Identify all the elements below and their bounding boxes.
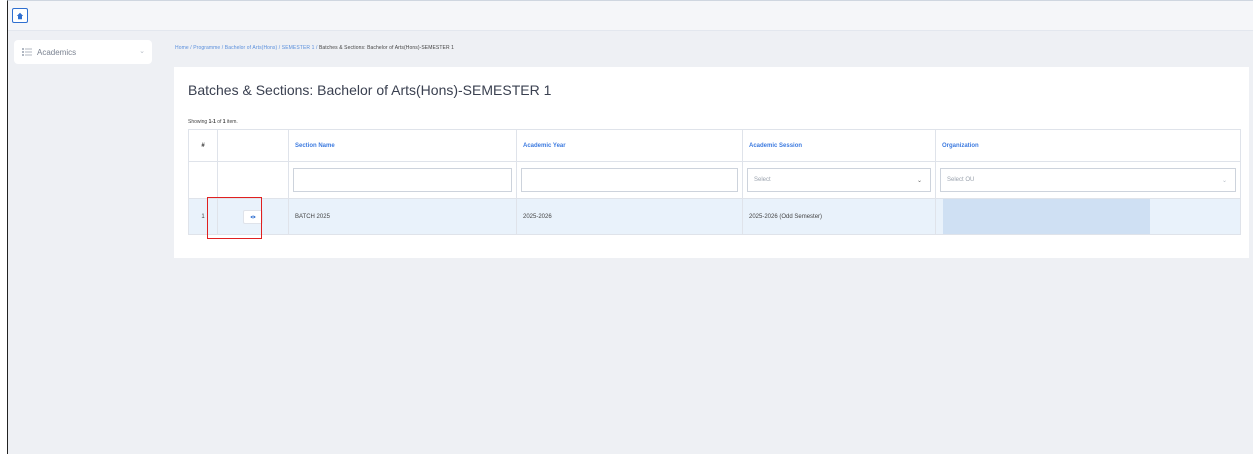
sidebar-item-label: Academics <box>37 47 77 57</box>
academic-session-filter-select[interactable]: Select ⌄ <box>747 168 931 192</box>
filter-cell-actions <box>217 162 288 198</box>
content-card: Batches & Sections: Bachelor of Arts(Hon… <box>174 67 1249 258</box>
breadcrumb: Home / Programme / Bachelor of Arts(Hons… <box>175 45 454 51</box>
table-row: 1 BATCH 2025 2025-2026 2025-2026 (Odd Se… <box>188 199 1241 235</box>
table-header-row: # Section Name Academic Year Academic Se… <box>188 130 1241 162</box>
app-window: Academics ⌄ Home / Programme / Bachelor … <box>7 0 1253 454</box>
top-bar <box>8 1 1253 31</box>
column-header-academic-session[interactable]: Academic Session <box>742 130 935 161</box>
breadcrumb-programme[interactable]: Programme <box>193 45 220 51</box>
filter-cell-section-name <box>288 162 516 198</box>
filter-cell-academic-session: Select ⌄ <box>742 162 935 198</box>
summary-total: 1 <box>222 119 226 125</box>
breadcrumb-separator: / <box>190 45 192 51</box>
column-header-number[interactable]: # <box>188 130 217 161</box>
filter-cell-organization: Select OU ⌄ <box>935 162 1241 198</box>
column-header-actions <box>217 130 288 161</box>
column-header-section-name[interactable]: Section Name <box>288 130 516 161</box>
breadcrumb-separator: / <box>315 45 318 51</box>
organization-filter-select[interactable]: Select OU ⌄ <box>940 168 1236 192</box>
organization-placeholder: Select OU <box>947 177 975 183</box>
summary-of: of <box>217 119 222 125</box>
section-name-filter-input[interactable] <box>293 168 512 192</box>
column-header-organization[interactable]: Organization <box>935 130 1241 161</box>
academic-year-cell: 2025-2026 <box>516 199 742 234</box>
home-icon <box>16 12 24 19</box>
breadcrumb-program-name[interactable]: Bachelor of Arts(Hons) <box>225 45 278 51</box>
breadcrumb-semester[interactable]: SEMESTER 1 <box>282 45 315 51</box>
column-header-academic-year[interactable]: Academic Year <box>516 130 742 161</box>
breadcrumb-separator: / <box>221 45 224 51</box>
summary-range: 1-1 <box>208 119 216 125</box>
academic-session-placeholder: Select <box>754 177 771 183</box>
chevron-down-icon: ⌄ <box>916 178 922 184</box>
summary-suffix: item. <box>226 119 238 125</box>
breadcrumb-home[interactable]: Home <box>175 45 189 51</box>
page-title: Batches & Sections: Bachelor of Arts(Hon… <box>188 82 552 98</box>
filter-cell-academic-year <box>516 162 742 198</box>
results-summary: Showing 1-1 of 1 item. <box>188 119 238 125</box>
organization-cell <box>935 199 1241 234</box>
academic-session-cell: 2025-2026 (Odd Semester) <box>742 199 935 234</box>
grid-list-icon <box>22 48 33 56</box>
sidebar-item-academics[interactable]: Academics ⌄ <box>14 40 152 64</box>
chevron-down-icon[interactable]: ⌄ <box>139 47 145 55</box>
main-content: Home / Programme / Bachelor of Arts(Hons… <box>168 31 1253 454</box>
home-button[interactable] <box>12 8 28 23</box>
academic-year-filter-input[interactable] <box>521 168 738 192</box>
summary-prefix: Showing <box>188 119 208 125</box>
chevron-down-icon: ⌄ <box>1221 178 1227 184</box>
breadcrumb-current: Batches & Sections: Bachelor of Arts(Hon… <box>318 45 455 51</box>
highlight-box <box>207 197 262 239</box>
batches-table: # Section Name Academic Year Academic Se… <box>188 129 1241 237</box>
table-filter-row: Select ⌄ Select OU ⌄ <box>188 162 1241 199</box>
section-name-cell: BATCH 2025 <box>288 199 516 234</box>
sidebar: Academics ⌄ <box>8 31 168 454</box>
breadcrumb-separator: / <box>278 45 281 51</box>
filter-cell-number <box>188 162 217 198</box>
